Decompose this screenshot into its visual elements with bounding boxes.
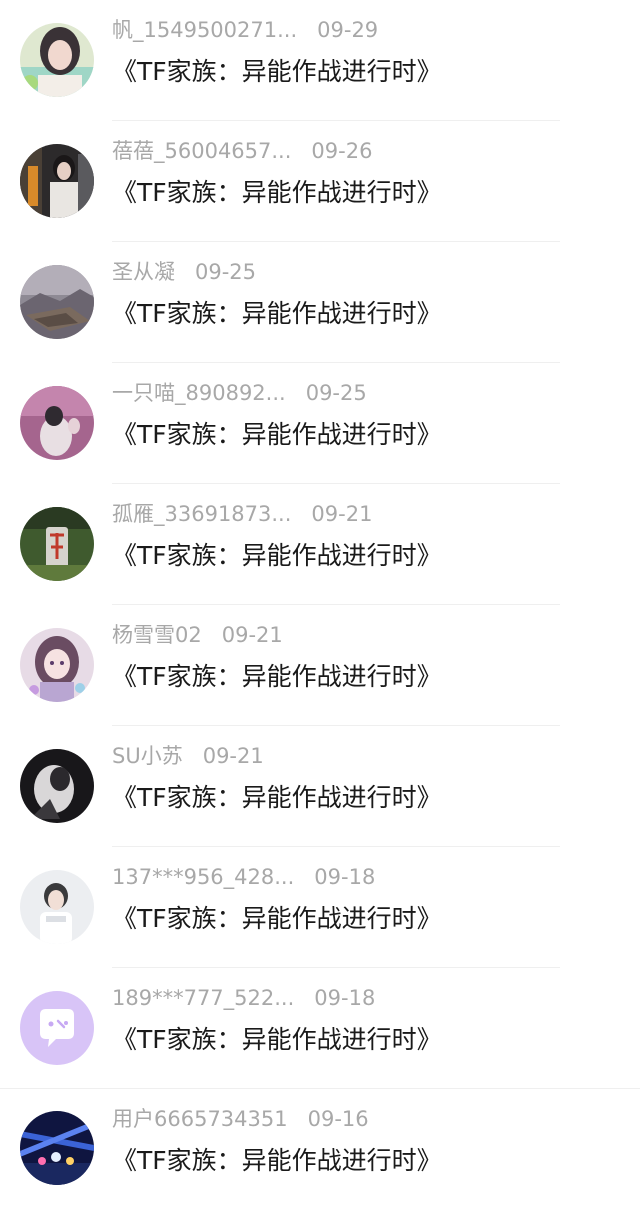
work-title[interactable]: 《TF家族：异能作战进行时》 xyxy=(112,780,442,816)
comment-meta: 杨雪雪02 09-21 xyxy=(112,619,283,651)
anime-girl-avatar xyxy=(20,628,94,702)
comment-date: 09-21 xyxy=(221,623,283,647)
misty-landscape-avatar xyxy=(20,265,94,339)
comment-date: 09-26 xyxy=(311,139,373,163)
comment-date: 09-21 xyxy=(202,744,264,768)
username[interactable]: 189***777_522... xyxy=(112,982,294,1014)
comment-meta: 189***777_522... 09-18 xyxy=(112,982,375,1014)
list-item[interactable]: 137***956_428... 09-18 《TF家族：异能作战进行时》 xyxy=(0,847,640,968)
comment-meta: 孤雁_33691873... 09-21 xyxy=(112,498,372,530)
avatar[interactable] xyxy=(20,386,94,460)
work-title[interactable]: 《TF家族：异能作战进行时》 xyxy=(112,296,442,332)
list-item[interactable]: SU小苏 09-21 《TF家族：异能作战进行时》 xyxy=(0,726,640,847)
comment-meta: 圣从凝 09-25 xyxy=(112,256,256,288)
avatar[interactable] xyxy=(20,265,94,339)
avatar[interactable] xyxy=(20,749,94,823)
work-title[interactable]: 《TF家族：异能作战进行时》 xyxy=(112,417,442,453)
work-title[interactable]: 《TF家族：异能作战进行时》 xyxy=(112,659,442,695)
username[interactable]: 蓓蓓_56004657... xyxy=(112,135,291,167)
comment-meta: 蓓蓓_56004657... 09-26 xyxy=(112,135,372,167)
username[interactable]: 孤雁_33691873... xyxy=(112,498,291,530)
comment-date: 09-25 xyxy=(305,381,367,405)
username[interactable]: 杨雪雪02 xyxy=(112,619,202,651)
dark-figure-avatar xyxy=(20,749,94,823)
default-chat-avatar xyxy=(20,991,94,1065)
work-title[interactable]: 《TF家族：异能作战进行时》 xyxy=(112,54,442,90)
tombstone-garden-avatar xyxy=(20,507,94,581)
concert-stage-avatar xyxy=(20,1111,94,1185)
work-title[interactable]: 《TF家族：异能作战进行时》 xyxy=(112,1022,442,1058)
avatar[interactable] xyxy=(20,991,94,1065)
comment-date: 09-18 xyxy=(314,986,376,1010)
girl-portrait-avatar xyxy=(20,23,94,97)
list-item[interactable]: 圣从凝 09-25 《TF家族：异能作战进行时》 xyxy=(0,242,640,363)
list-item[interactable]: 189***777_522... 09-18 《TF家族：异能作战进行时》 xyxy=(0,968,640,1089)
username[interactable]: 用户6665734351 xyxy=(112,1103,288,1135)
comment-date: 09-29 xyxy=(317,18,379,42)
comment-date: 09-25 xyxy=(195,260,257,284)
comment-list: 帆_1549500271... 09-29 《TF家族：异能作战进行时》 蓓蓓_5… xyxy=(0,0,640,1216)
list-item[interactable]: 用户6665734351 09-16 《TF家族：异能作战进行时》 xyxy=(0,1089,640,1210)
comment-meta: SU小苏 09-21 xyxy=(112,740,264,772)
avatar[interactable] xyxy=(20,628,94,702)
purple-sky-avatar xyxy=(20,386,94,460)
boy-white-avatar xyxy=(20,870,94,944)
comment-meta: 137***956_428... 09-18 xyxy=(112,861,375,893)
username[interactable]: 圣从凝 xyxy=(112,256,175,288)
username[interactable]: 一只喵_890892... xyxy=(112,377,286,409)
username[interactable]: 帆_1549500271... xyxy=(112,14,297,46)
username[interactable]: 137***956_428... xyxy=(112,861,294,893)
comment-meta: 一只喵_890892... 09-25 xyxy=(112,377,367,409)
list-item[interactable]: 孤雁_33691873... 09-21 《TF家族：异能作战进行时》 xyxy=(0,484,640,605)
work-title[interactable]: 《TF家族：异能作战进行时》 xyxy=(112,901,442,937)
comment-meta: 帆_1549500271... 09-29 xyxy=(112,14,378,46)
avatar[interactable] xyxy=(20,1111,94,1185)
work-title[interactable]: 《TF家族：异能作战进行时》 xyxy=(112,538,442,574)
avatar[interactable] xyxy=(20,23,94,97)
avatar[interactable] xyxy=(20,144,94,218)
avatar[interactable] xyxy=(20,507,94,581)
list-item[interactable]: 帆_1549500271... 09-29 《TF家族：异能作战进行时》 xyxy=(0,0,640,121)
work-title[interactable]: 《TF家族：异能作战进行时》 xyxy=(112,175,442,211)
avatar[interactable] xyxy=(20,870,94,944)
comment-meta: 用户6665734351 09-16 xyxy=(112,1103,369,1135)
list-item[interactable]: 蓓蓓_56004657... 09-26 《TF家族：异能作战进行时》 xyxy=(0,121,640,242)
list-item[interactable]: 一只喵_890892... 09-25 《TF家族：异能作战进行时》 xyxy=(0,363,640,484)
list-item[interactable]: 杨雪雪02 09-21 《TF家族：异能作战进行时》 xyxy=(0,605,640,726)
comment-date: 09-18 xyxy=(314,865,376,889)
work-title[interactable]: 《TF家族：异能作战进行时》 xyxy=(112,1143,442,1179)
comment-date: 09-21 xyxy=(311,502,373,526)
username[interactable]: SU小苏 xyxy=(112,740,183,772)
comment-date: 09-16 xyxy=(307,1107,369,1131)
person-dark-avatar xyxy=(20,144,94,218)
